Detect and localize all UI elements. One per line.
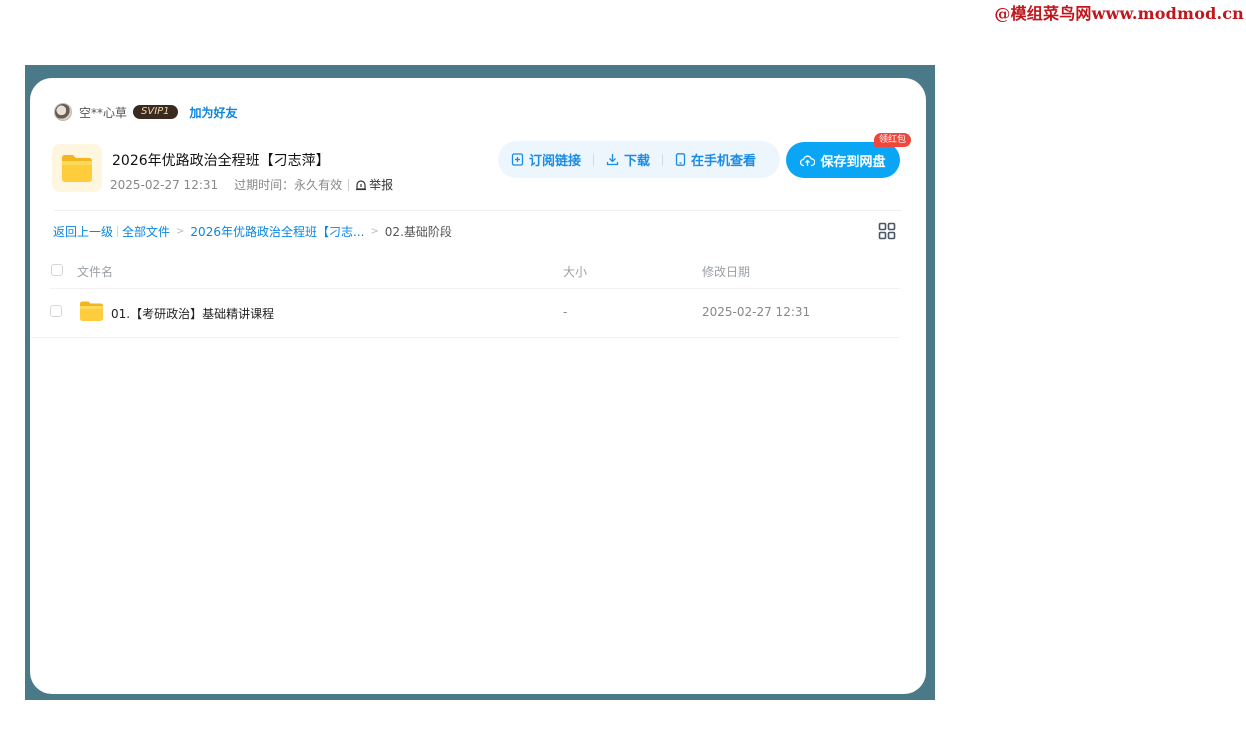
column-size[interactable]: 大小 xyxy=(563,263,587,280)
breadcrumb-parent[interactable]: 2026年优路政治全程班【刁志... xyxy=(190,223,364,240)
breadcrumb-current: 02.基础阶段 xyxy=(384,225,452,239)
red-packet-badge[interactable]: 领红包 xyxy=(874,133,912,147)
report-label: 举报 xyxy=(369,178,394,192)
mobile-label: 在手机查看 xyxy=(691,154,757,169)
view-on-mobile-button[interactable]: 在手机查看 xyxy=(675,150,756,169)
cloud-upload-icon xyxy=(800,155,816,166)
site-watermark: @模组菜鸟网www.modmod.cn xyxy=(994,4,1244,23)
phone-icon xyxy=(675,153,686,166)
svip-badge: SVIP1 xyxy=(133,105,178,119)
pill-divider xyxy=(593,153,595,166)
file-size: - xyxy=(563,305,568,319)
breadcrumb-separator-icon: > xyxy=(370,226,379,237)
share-page-card: 空**心草 SVIP1 加为好友 2026年优路政治全程班【刁志萍】 2025-… xyxy=(30,78,926,694)
grid-view-toggle[interactable] xyxy=(878,222,896,244)
avatar[interactable] xyxy=(54,103,72,121)
sharer-name: 空**心草 xyxy=(79,105,128,120)
breadcrumb-all-files[interactable]: 全部文件 xyxy=(122,223,170,240)
breadcrumb: 返回上一级 全部文件 > 2026年优路政治全程班【刁志... > 02.基础阶… xyxy=(53,223,452,240)
share-actions: 订阅链接 下载 在手机查看 xyxy=(498,141,780,178)
expire-time: 过期时间：永久有效 xyxy=(234,178,343,192)
subscribe-link-button[interactable]: 订阅链接 xyxy=(511,150,581,169)
add-friend-link[interactable]: 加为好友 xyxy=(190,104,238,121)
meta-divider xyxy=(348,178,350,191)
file-table-header: 文件名 大小 修改日期 xyxy=(50,256,900,289)
report-icon xyxy=(356,179,367,190)
column-name[interactable]: 文件名 xyxy=(77,263,113,280)
folder-icon xyxy=(80,301,103,321)
share-meta: 2025-02-27 12:31 过期时间：永久有效 举报 xyxy=(110,176,393,193)
header-divider xyxy=(54,210,902,211)
pill-divider xyxy=(662,153,664,166)
share-title: 2026年优路政治全程班【刁志萍】 xyxy=(112,153,330,169)
breadcrumb-separator-icon: > xyxy=(176,226,185,237)
file-name[interactable]: 01.【考研政治】基础精讲课程 xyxy=(111,305,274,322)
file-date: 2025-02-27 12:31 xyxy=(702,305,811,319)
column-date[interactable]: 修改日期 xyxy=(702,263,750,280)
table-row[interactable]: 01.【考研政治】基础精讲课程 - 2025-02-27 12:31 xyxy=(30,288,900,338)
grid-view-icon xyxy=(878,222,896,240)
select-all-checkbox[interactable] xyxy=(51,264,63,276)
save-label: 保存到网盘 xyxy=(820,154,886,170)
share-date: 2025-02-27 12:31 xyxy=(110,177,219,192)
report-button[interactable]: 举报 xyxy=(355,176,393,193)
sharer-info: 空**心草 SVIP1 加为好友 xyxy=(54,102,238,122)
download-button[interactable]: 下载 xyxy=(606,150,650,169)
subscribe-icon xyxy=(511,153,524,166)
download-label: 下载 xyxy=(624,154,651,169)
row-checkbox[interactable] xyxy=(50,305,62,317)
save-to-netdisk-button[interactable]: 保存到网盘 xyxy=(786,142,900,178)
back-link[interactable]: 返回上一级 xyxy=(53,223,113,240)
breadcrumb-divider xyxy=(117,226,119,237)
download-icon xyxy=(606,154,619,166)
share-folder-icon xyxy=(52,144,102,192)
subscribe-label: 订阅链接 xyxy=(529,154,582,169)
